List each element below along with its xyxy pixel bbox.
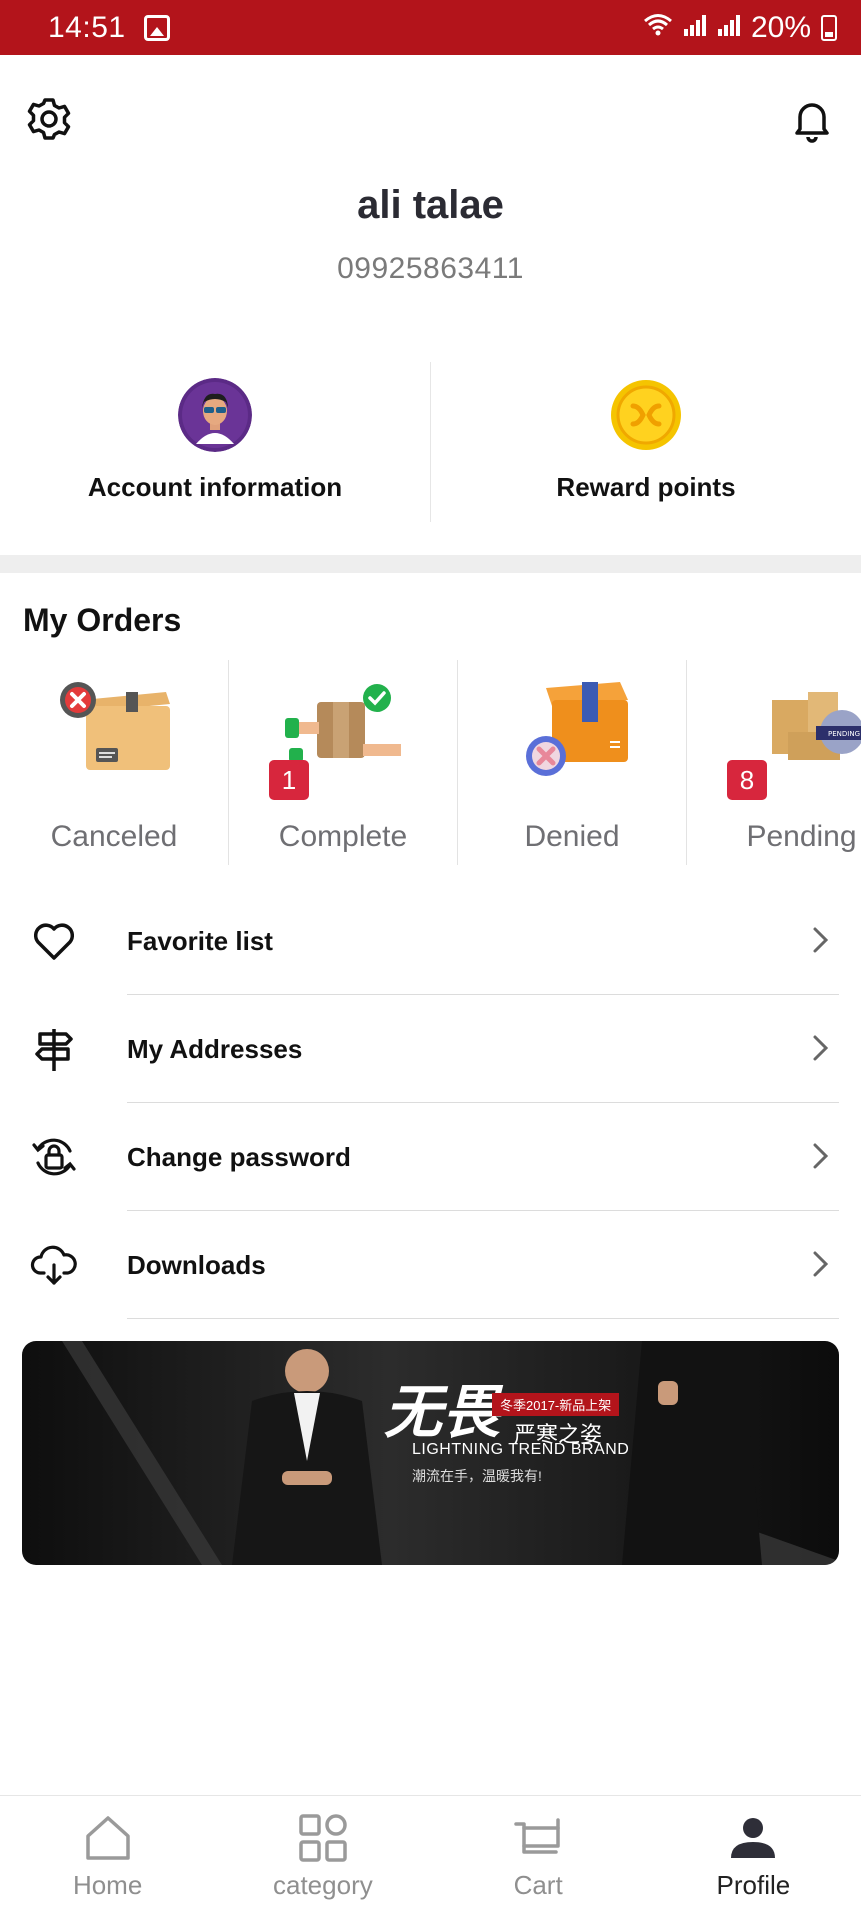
account-information-label: Account information [87,472,343,502]
signal-icon [683,11,707,45]
reward-points-label: Reward points [556,472,736,502]
category-icon [299,1814,347,1862]
nav-cart[interactable]: Cart [431,1796,646,1920]
menu-divider [127,1318,839,1319]
nav-label: Home [72,1870,143,1900]
signpost-icon [35,1029,73,1071]
orders-title: My Orders [23,602,182,638]
nav-home[interactable]: Home [0,1796,215,1920]
nav-category[interactable]: category [215,1796,430,1920]
order-status-label: Denied [524,820,620,853]
reward-points-card[interactable]: Reward points [431,362,861,522]
signal-icon-2 [717,11,741,45]
nav-label: Cart [513,1870,563,1900]
bell-icon [795,103,829,143]
nav-label: category [273,1870,373,1900]
wifi-icon [643,12,673,44]
menu-label: Change password [127,1141,351,1172]
status-indicators: 20% [643,11,837,45]
heart-icon [33,923,75,960]
promo-banner[interactable]: 无畏 冬季2017-新品上架 严寒之姿 LIGHTNING TREND BRAN… [22,1341,839,1565]
menu-item-change-password[interactable]: Change password [0,1103,861,1211]
account-information-card[interactable]: Account information [0,362,430,522]
notifications-button[interactable] [788,95,836,143]
avatar-icon [178,378,252,452]
chevron-right-icon [813,1035,829,1061]
order-status-denied[interactable]: Denied [458,660,687,865]
order-status-label: Canceled [50,820,178,853]
gallery-notification-icon [143,14,170,41]
order-status-pending[interactable]: PENDING 8 Pending [687,660,861,865]
menu-item-favorite-list[interactable]: Favorite list [0,887,861,995]
menu-item-my-addresses[interactable]: My Addresses [0,995,861,1103]
profile-name: ali talae [357,183,504,227]
cart-icon [514,1818,560,1854]
status-time: 14:51 [48,10,126,44]
chevron-right-icon [813,1143,829,1169]
menu-list: Favorite list My Addresses Change passwo… [0,887,861,1319]
nav-profile[interactable]: Profile [646,1796,861,1920]
person-icon [731,1818,776,1858]
banner-tag: 冬季2017-新品上架 [492,1393,620,1416]
count-badge: 8 [727,760,767,800]
menu-item-downloads[interactable]: Downloads [0,1211,861,1319]
banner-text: 潮流在手，温暖我有! [412,1468,542,1484]
canceled-box-icon [60,682,170,770]
menu-label: My Addresses [127,1033,303,1064]
settings-button[interactable] [25,95,73,143]
svg-text:PENDING: PENDING [828,730,860,738]
order-status-canceled[interactable]: Canceled [0,660,229,865]
profile-phone: 09925863411 [337,252,524,285]
order-status-label: Pending [746,820,857,853]
home-icon [85,1816,130,1860]
chevron-right-icon [813,1251,829,1277]
bottom-nav: Home category Cart Profile [0,1795,861,1920]
chevron-right-icon [813,927,829,953]
nav-label: Profile [716,1870,791,1900]
battery-icon [821,14,837,41]
orders-carousel[interactable]: Canceled 1 Complete Denied PENDING 8 Pen… [0,660,861,865]
denied-box-icon [526,682,628,776]
lock-refresh-icon [32,1138,76,1176]
coin-icon [611,380,681,450]
order-status-label: Complete [278,820,408,853]
banner-calligraphy: 无畏 [384,1378,501,1446]
menu-label: Favorite list [127,925,273,956]
banner-title: LIGHTNING TREND BRAND [412,1441,630,1458]
quick-actions: Account information Reward points [0,362,861,522]
gear-icon [27,98,71,140]
status-bar: 14:51 20% [0,0,861,55]
battery-percent: 20% [750,10,811,44]
menu-label: Downloads [127,1249,266,1280]
count-badge: 1 [269,760,309,800]
cloud-download-icon [30,1245,77,1285]
section-separator [0,555,861,573]
order-status-complete[interactable]: 1 Complete [229,660,458,865]
